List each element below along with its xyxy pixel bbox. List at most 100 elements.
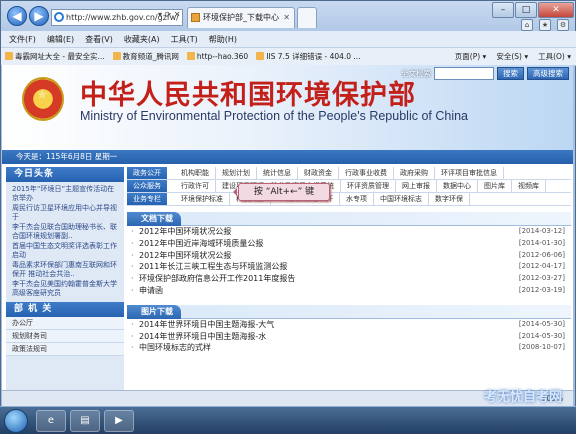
nav-link[interactable]: 环境保护标准	[175, 193, 230, 205]
nav-link[interactable]: 行政事业收费	[339, 167, 394, 179]
list-item[interactable]: 2012年中国环境状况公报 [2014-03-12]	[127, 226, 571, 238]
favorites-bar: 毒霸网址大全 - 最安全实... 教育频道_腾讯网 http--hao.360 …	[1, 48, 576, 66]
headline-item[interactable]: 李干杰会见联合国助理秘书长、联合国环境规划署副..	[12, 223, 121, 241]
nav-row: 业务专栏 环境保护标准 科技奖励 环境执法信息公开 水专项 中国环境标志 数字环…	[127, 193, 571, 206]
headline-list: 2015年“环境日”主题宣传活动在京举办 周民行访卫星环境应用中心并导视于 李干…	[6, 182, 124, 298]
watermark: 考无忧自考网	[483, 390, 562, 405]
list-item[interactable]: 2014年世界环境日中国主题海报-水 [2014-05-30]	[127, 331, 571, 343]
department-item[interactable]: 政策法规司	[6, 343, 124, 356]
settings-gear-icon[interactable]: ⚙	[557, 19, 569, 31]
item-date: [2008-10-07]	[518, 343, 565, 352]
search-button[interactable]: 搜索	[497, 67, 524, 80]
nav-link[interactable]: 数据中心	[437, 180, 478, 192]
page-content: 中华人民共和国环境保护部 Ministry of Environmental P…	[2, 65, 573, 390]
taskbar-media-icon[interactable]: ▶	[104, 410, 134, 432]
item-title: 环境保护部政府信息公开工作2011年度报告	[139, 274, 296, 284]
menu-view[interactable]: 查看(V)	[85, 31, 113, 47]
list-item[interactable]: 中国环境标志的式样 [2008-10-07]	[127, 342, 571, 354]
nav-link[interactable]: 环评资质管理	[341, 180, 396, 192]
nav-link[interactable]: 数字环保	[429, 193, 470, 205]
close-window-button[interactable]: ✕	[538, 2, 574, 18]
item-date: [2012-06-06]	[518, 250, 565, 259]
favorite-label: 毒霸网址大全 - 最安全实...	[15, 52, 105, 61]
site-title-cn: 中华人民共和国环境保护部	[80, 80, 416, 111]
department-item[interactable]: 规划财务司	[6, 330, 124, 343]
taskbar-ie-icon[interactable]: e	[36, 410, 66, 432]
nav-link[interactable]: 规划计划	[216, 167, 257, 179]
taskbar-folder-icon[interactable]: ▤	[70, 410, 100, 432]
advanced-search-button[interactable]: 高级搜索	[527, 67, 569, 80]
forward-button[interactable]: ▶	[29, 6, 49, 26]
start-button[interactable]	[4, 409, 28, 433]
item-title: 2012年中国近岸海域环境质量公报	[139, 238, 264, 248]
item-title: 中国环境标志的式样	[139, 343, 211, 353]
department-title: 部 机 关	[6, 302, 124, 317]
home-icon[interactable]: ⌂	[521, 19, 533, 31]
page-menu[interactable]: 页面(P) ▾	[455, 48, 487, 66]
department-item[interactable]: 办公厅	[6, 317, 124, 330]
nav-category: 公众服务	[127, 180, 167, 192]
nav-link[interactable]: 财政资金	[298, 167, 339, 179]
section-title: 文档下载	[127, 212, 181, 226]
headline-item[interactable]: 2015年“环境日”主题宣传活动在京举办	[12, 185, 121, 203]
list-item[interactable]: 2014年世界环境日中国主题海报-大气 [2014-05-30]	[127, 319, 571, 331]
menu-favorites[interactable]: 收藏夹(A)	[124, 31, 160, 47]
menu-file[interactable]: 文件(F)	[9, 31, 36, 47]
minimize-button[interactable]: –	[492, 2, 514, 18]
item-date: [2014-01-30]	[518, 238, 565, 247]
new-tab-button[interactable]	[297, 7, 317, 28]
window-controls: – □ ✕	[492, 2, 574, 18]
list-item[interactable]: 2011年长江三峡工程生态与环境监测公报 [2012-04-17]	[127, 261, 571, 273]
nav-link[interactable]: 视频库	[512, 180, 546, 192]
nav-link[interactable]: 图片库	[478, 180, 512, 192]
refresh-icon[interactable]: ▾ ⟳ ✕	[158, 10, 181, 19]
nav-link[interactable]: 网上审报	[396, 180, 437, 192]
headline-item[interactable]: 毒品素求环保部门惠南互联网和环保开 推动社会共治..	[12, 261, 121, 279]
favorite-label: http--hao.360	[196, 52, 249, 61]
keyboard-hint-callout: 按 “Alt+←” 键	[233, 183, 330, 201]
tab-active[interactable]: 环境保护部_下载中心 ✕	[187, 7, 295, 28]
nav-category: 政务公开	[127, 167, 167, 179]
item-date: [2012-03-19]	[518, 285, 565, 294]
back-button[interactable]: ◀	[7, 6, 27, 26]
maximize-button[interactable]: □	[515, 2, 537, 18]
left-column: 今日头条 2015年“环境日”主题宣传活动在京举办 周民行访卫星环境应用中心并导…	[6, 167, 124, 390]
nav-link[interactable]: 统计信息	[257, 167, 298, 179]
search-input[interactable]	[434, 67, 494, 80]
list-item[interactable]: 环境保护部政府信息公开工作2011年度报告 [2012-03-27]	[127, 273, 571, 285]
section-header: 文档下载	[127, 212, 571, 226]
item-date: [2014-03-12]	[518, 227, 565, 235]
item-date: [2014-05-30]	[518, 319, 565, 328]
headline-item[interactable]: 首届中国生态文明奖评选表彰工作启动	[12, 242, 121, 260]
favorite-link[interactable]: 毒霸网址大全 - 最安全实...	[5, 48, 105, 65]
main-column: 政务公开 机构职能 规划计划 统计信息 财政资金 行政事业收费 政府采购 环评项…	[127, 167, 571, 390]
headline-item[interactable]: 李干杰会见美国约翰霍普金斯大学高级客座研究员	[12, 280, 121, 298]
nav-link[interactable]: 水专项	[340, 193, 374, 205]
national-emblem-icon	[22, 77, 64, 121]
favorite-link[interactable]: 教育频道_腾讯网	[112, 48, 179, 65]
document-download-section: 文档下载 2012年中国环境状况公报 [2014-03-12] 2012年中国近岸…	[127, 212, 571, 297]
department-section: 部 机 关 办公厅 规划财务司 政策法规司	[6, 302, 124, 356]
favorites-star-icon[interactable]: ★	[539, 19, 551, 31]
nav-link[interactable]: 环评项目审批信息	[435, 167, 504, 179]
item-title: 申请函	[139, 285, 163, 295]
close-tab-icon[interactable]: ✕	[283, 8, 290, 28]
list-item[interactable]: 2012年中国环境状况公报 [2012-06-06]	[127, 250, 571, 262]
safety-menu[interactable]: 安全(S) ▾	[496, 48, 528, 66]
menu-help[interactable]: 帮助(H)	[209, 31, 237, 47]
item-date: [2012-03-27]	[518, 274, 565, 283]
nav-link[interactable]: 行政许可	[175, 180, 216, 192]
list-item[interactable]: 申请函 [2012-03-19]	[127, 285, 571, 297]
headline-item[interactable]: 周民行访卫星环境应用中心并导视于	[12, 204, 121, 222]
menu-edit[interactable]: 编辑(E)	[47, 31, 74, 47]
menu-tools[interactable]: 工具(T)	[171, 31, 198, 47]
favorite-link[interactable]: IIS 7.5 详细错误 - 404.0 ...	[256, 48, 361, 65]
list-item[interactable]: 2012年中国近岸海域环境质量公报 [2014-01-30]	[127, 238, 571, 250]
nav-link[interactable]: 中国环境标志	[374, 193, 429, 205]
favorite-link[interactable]: http--hao.360	[186, 48, 249, 65]
category-nav: 政务公开 机构职能 规划计划 统计信息 财政资金 行政事业收费 政府采购 环评项…	[127, 167, 571, 206]
nav-link[interactable]: 机构职能	[175, 167, 216, 179]
nav-link[interactable]: 政府采购	[394, 167, 435, 179]
taskbar: e ▤ ▶	[0, 406, 576, 434]
tools-menu[interactable]: 工具(O) ▾	[538, 48, 571, 66]
